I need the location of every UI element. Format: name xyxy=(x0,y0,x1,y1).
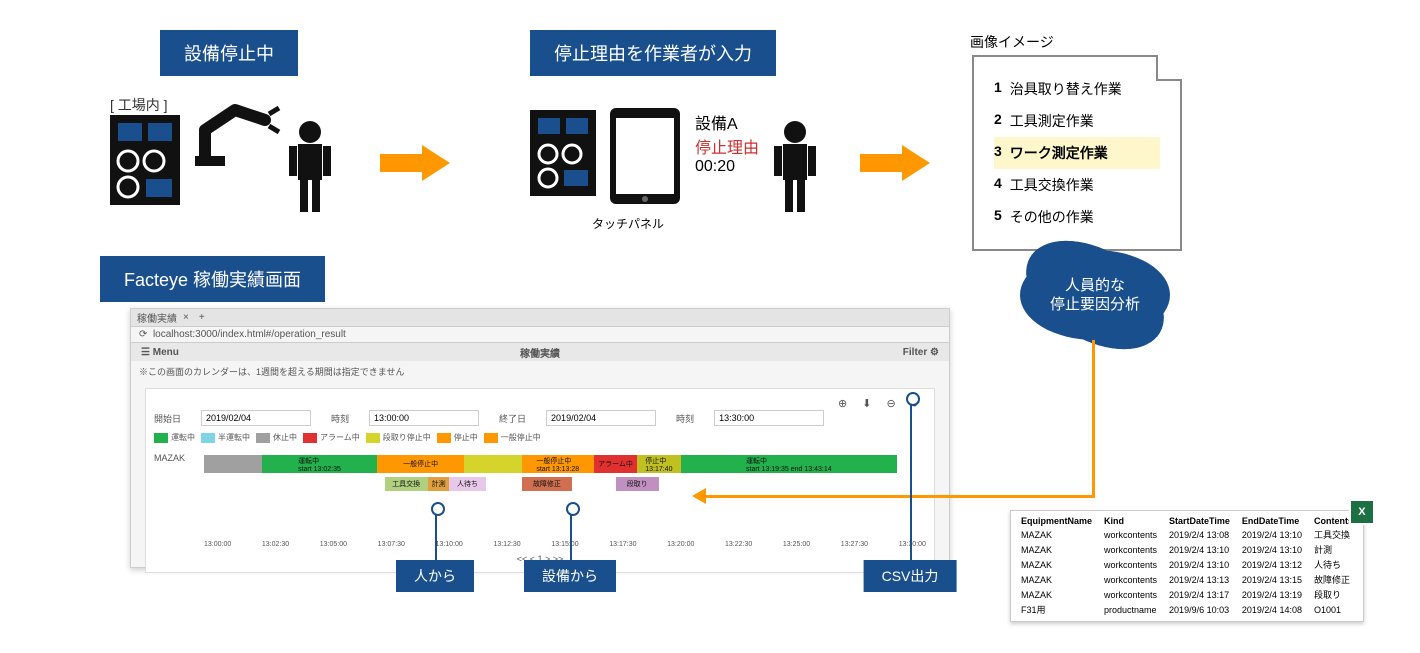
stop-timer: 00:20 xyxy=(695,158,759,176)
flow-arrow-2 xyxy=(860,145,930,181)
browser-tab[interactable]: 稼働実績 xyxy=(137,310,177,325)
start-date-input[interactable] xyxy=(201,410,311,426)
badge-equipment-stopped: 設備停止中 xyxy=(160,30,298,76)
flow-arrow-1 xyxy=(380,145,450,181)
machine-panel-icon xyxy=(110,115,195,220)
device-name: 設備A xyxy=(695,110,759,134)
pin-equip xyxy=(570,510,572,560)
menu-button[interactable]: ☰ Menu xyxy=(141,347,179,358)
reason-item[interactable]: 4工具交換作業 xyxy=(994,169,1160,201)
pin-csv xyxy=(910,400,912,560)
pin-human-label: 人から xyxy=(396,560,474,592)
toolbar-icons[interactable]: ⊕ ⬇ ⊖ ⟳ xyxy=(154,397,926,410)
person-icon-2 xyxy=(770,120,820,220)
end-date-label: 終了日 xyxy=(499,412,526,425)
pin-equip-label: 設備から xyxy=(524,560,616,592)
flow-connector-arrowhead xyxy=(692,488,706,504)
start-date-label: 開始日 xyxy=(154,412,181,425)
end-time-label: 時刻 xyxy=(676,412,694,425)
end-time-input[interactable] xyxy=(714,410,824,426)
browser-window: 稼働実績×+ ⟳ localhost:3000/index.html#/oper… xyxy=(130,308,950,568)
reason-item[interactable]: 3ワーク測定作業 xyxy=(994,137,1160,169)
reason-item[interactable]: 1治具取り替え作業 xyxy=(994,73,1160,105)
status-legend: 運転中半運転中休止中アラーム中段取り停止中停止中一般停止中 xyxy=(154,432,926,443)
reason-item[interactable]: 2工具測定作業 xyxy=(994,105,1160,137)
person-icon xyxy=(285,120,335,220)
factory-label: [ 工場内 ] xyxy=(110,95,168,115)
page-title: 稼働実績 xyxy=(520,345,560,360)
pin-human xyxy=(435,510,437,560)
image-sample-title: 画像イメージ xyxy=(970,32,1054,52)
excel-icon: X xyxy=(1349,499,1375,525)
browser-url[interactable]: localhost:3000/index.html#/operation_res… xyxy=(153,329,346,340)
calendar-note: ※この画面のカレンダーは、1週間を超える期間は指定できません xyxy=(131,361,949,382)
machine-panel-icon-2 xyxy=(530,110,602,210)
tablet-icon xyxy=(610,108,682,213)
touchpanel-label: タッチパネル xyxy=(592,215,664,232)
csv-export-table: X EquipmentNameKindStartDateTimeEndDateT… xyxy=(1010,510,1364,622)
robot-arm-icon xyxy=(195,90,285,175)
badge-reason-input: 停止理由を作業者が入力 xyxy=(530,30,776,76)
filter-button[interactable]: Filter ⚙ xyxy=(903,347,939,358)
analysis-starburst: 人員的な 停止要因分析 xyxy=(1020,250,1170,340)
gantt-chart: 運転中start 13:02:35 一般停止中 一般停止中start 13:13… xyxy=(204,455,926,495)
flow-connector-v xyxy=(1092,340,1095,498)
start-time-input[interactable] xyxy=(369,410,479,426)
flow-connector-h xyxy=(700,495,1095,498)
reason-list-document: 1治具取り替え作業2工具測定作業3ワーク測定作業4工具交換作業5その他の作業 xyxy=(972,55,1182,251)
pin-csv-label: CSV出力 xyxy=(864,560,957,592)
reason-item[interactable]: 5その他の作業 xyxy=(994,201,1160,233)
gantt-row-label: MAZAK xyxy=(154,449,204,463)
end-date-input[interactable] xyxy=(546,410,656,426)
badge-facteye: Facteye 稼働実績画面 xyxy=(100,256,325,302)
stop-reason-label: 停止理由 xyxy=(695,134,759,158)
start-time-label: 時刻 xyxy=(331,412,349,425)
